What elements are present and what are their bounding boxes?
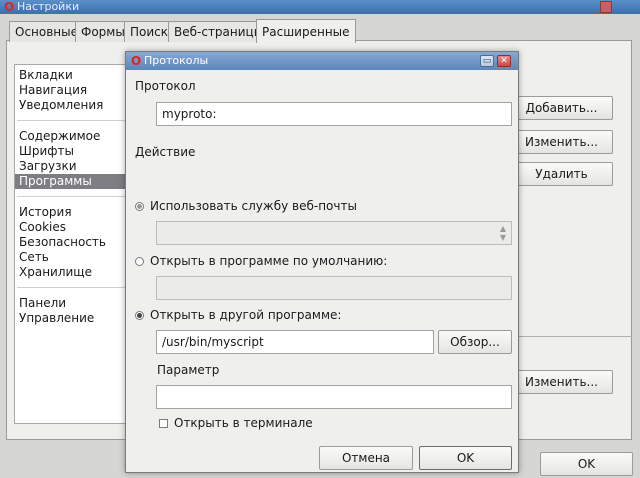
other-app-radio[interactable] — [135, 311, 144, 320]
sidebar-separator — [17, 120, 125, 121]
sidebar-item-programs[interactable]: Программы — [15, 174, 128, 189]
tab-forms[interactable]: Формы — [75, 21, 131, 42]
sidebar-separator — [17, 287, 125, 288]
action-label: Действие — [135, 145, 196, 159]
sidebar-separator — [17, 196, 125, 197]
dialog-title-bar: O Протоколы ▭ ✕ — [126, 52, 518, 70]
sidebar-item-panels[interactable]: Панели — [19, 296, 129, 311]
sidebar-item-navigation[interactable]: Навигация — [19, 83, 129, 98]
sidebar-item-management[interactable]: Управление — [19, 311, 129, 326]
section-divider — [518, 336, 632, 337]
program-path-input[interactable]: /usr/bin/myscript — [156, 330, 434, 354]
settings-close-icon[interactable] — [600, 1, 612, 13]
maximize-icon[interactable]: ▭ — [480, 55, 494, 67]
sidebar-item-content[interactable]: Содержимое — [19, 129, 129, 144]
other-app-option-label: Открыть в другой программе: — [150, 308, 342, 322]
protocols-dialog: O Протоколы ▭ ✕ Протокол myproto: Действ… — [125, 51, 519, 473]
terminal-checkbox[interactable] — [159, 419, 168, 428]
tab-basic[interactable]: Основные — [9, 21, 85, 42]
add-button[interactable]: Добавить... — [510, 96, 613, 120]
settings-sidebar: Вкладки Навигация Уведомления Содержимое… — [14, 64, 128, 424]
sidebar-item-storage[interactable]: Хранилище — [19, 265, 129, 280]
protocol-input[interactable]: myproto: — [156, 102, 512, 126]
webmail-option-label: Использовать службу веб-почты — [150, 199, 357, 213]
settings-window-title: Настройки — [17, 0, 80, 13]
close-icon[interactable]: ✕ — [497, 55, 511, 67]
browse-button[interactable]: Обзор... — [438, 330, 512, 354]
sidebar-item-history[interactable]: История — [19, 205, 129, 220]
dialog-title: Протоколы — [144, 54, 209, 67]
opera-logo-icon: O — [131, 54, 142, 68]
tab-advanced[interactable]: Расширенные — [256, 19, 356, 43]
webmail-service-select[interactable]: ▲ ▼ — [156, 221, 512, 245]
edit-button[interactable]: Изменить... — [510, 130, 613, 154]
settings-ok-button[interactable]: OK — [540, 452, 633, 476]
tab-webpages[interactable]: Веб-страницы — [168, 21, 270, 42]
tab-search[interactable]: Поиск — [124, 21, 175, 42]
sidebar-item-security[interactable]: Безопасность — [19, 235, 129, 250]
protocol-label: Протокол — [135, 79, 196, 93]
default-app-option-label: Открыть в программе по умолчанию: — [150, 254, 388, 268]
sidebar-item-fonts[interactable]: Шрифты — [19, 144, 129, 159]
parameter-input[interactable] — [156, 385, 512, 409]
default-app-field[interactable] — [156, 276, 512, 300]
parameter-label: Параметр — [157, 363, 220, 377]
sidebar-item-downloads[interactable]: Загрузки — [19, 159, 129, 174]
webmail-radio[interactable] — [135, 202, 144, 211]
opera-logo-icon: O — [4, 0, 15, 14]
delete-button[interactable]: Удалить — [510, 162, 613, 186]
default-app-radio[interactable] — [135, 257, 144, 266]
cancel-button[interactable]: Отмена — [319, 446, 413, 470]
spinner-arrows-icon: ▲ ▼ — [499, 224, 507, 242]
terminal-checkbox-label: Открыть в терминале — [174, 416, 313, 430]
ok-button[interactable]: OK — [419, 446, 512, 470]
settings-title-bar: O Настройки — [0, 0, 640, 14]
edit-button-secondary[interactable]: Изменить... — [510, 370, 613, 394]
sidebar-item-tabs[interactable]: Вкладки — [19, 68, 129, 83]
sidebar-item-notifications[interactable]: Уведомления — [19, 98, 129, 113]
sidebar-item-network[interactable]: Сеть — [19, 250, 129, 265]
sidebar-item-cookies[interactable]: Cookies — [19, 220, 129, 235]
